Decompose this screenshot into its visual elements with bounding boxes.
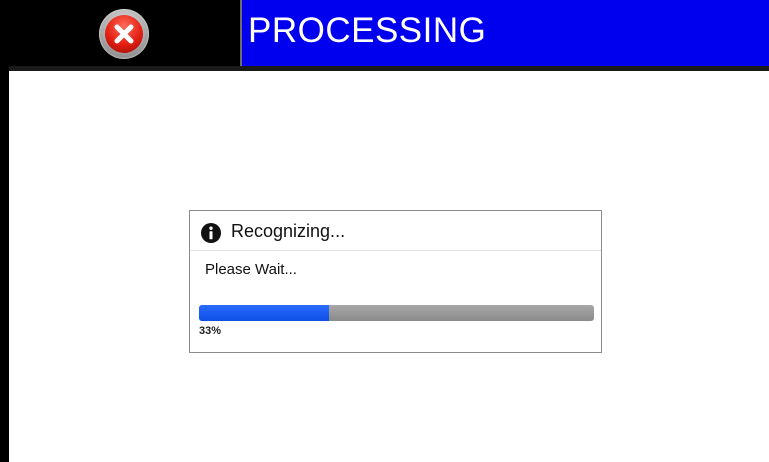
dialog-message: Please Wait...	[205, 261, 297, 278]
close-icon	[105, 15, 143, 53]
progress-bar	[199, 305, 594, 321]
title-bar: PROCESSING	[0, 0, 769, 71]
title-panel: PROCESSING	[240, 0, 769, 66]
progress-bar-fill	[199, 305, 330, 321]
progress-dialog: Recognizing... Please Wait... 33%	[189, 210, 602, 353]
left-frame-border	[0, 66, 9, 462]
info-icon	[201, 223, 221, 243]
dialog-header: Recognizing...	[190, 211, 601, 251]
progress-percentage: 33%	[199, 325, 222, 337]
close-button[interactable]	[99, 9, 149, 59]
page-title: PROCESSING	[248, 11, 487, 50]
dialog-title: Recognizing...	[231, 221, 346, 241]
